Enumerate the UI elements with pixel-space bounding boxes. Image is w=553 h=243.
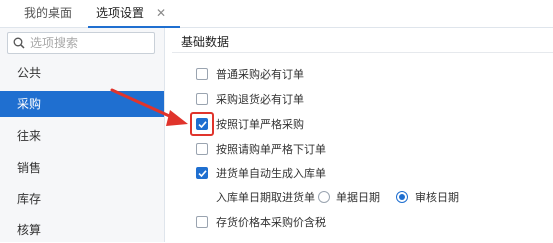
red-arrow-icon	[110, 88, 188, 126]
